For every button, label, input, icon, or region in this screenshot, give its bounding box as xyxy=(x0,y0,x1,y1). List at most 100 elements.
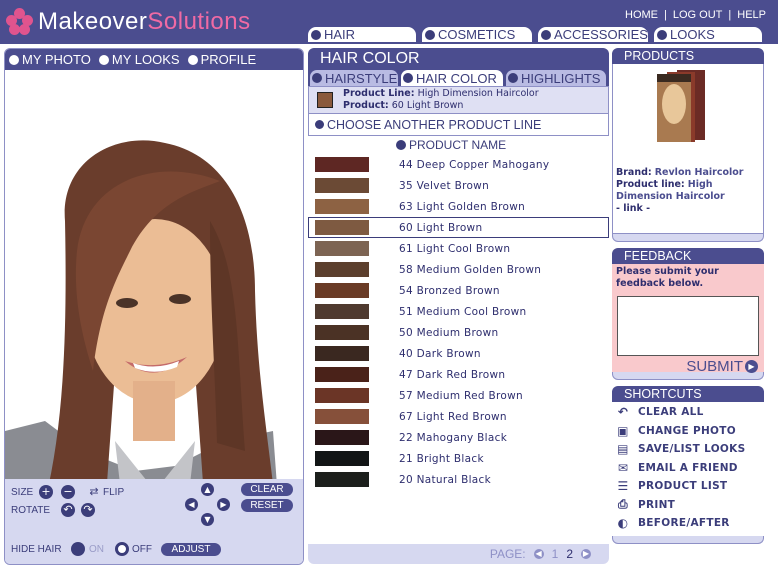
next-page-icon[interactable]: ▶ xyxy=(581,549,591,559)
tab-my-photo[interactable]: MY PHOTO xyxy=(9,52,91,67)
photo-panel: MY PHOTO MY LOOKS PROFILE SIZE + − ⇄ FLI… xyxy=(4,48,304,565)
product-list: 44 Deep Copper Mahogany 35 Velvet Brown 63… xyxy=(308,154,609,490)
neck-shape xyxy=(133,381,175,441)
shortcut-label: SAVE/LIST LOOKS xyxy=(638,443,746,456)
subtab-label: HIGHLIGHTS xyxy=(521,70,601,86)
brand-name-part1: Makeover xyxy=(38,8,148,35)
shortcut-label: CLEAR ALL xyxy=(638,406,704,419)
photo-panel-tabs: MY PHOTO MY LOOKS PROFILE xyxy=(5,49,303,70)
shortcut-item[interactable]: ▤ SAVE/LIST LOOKS xyxy=(612,440,764,459)
home-link[interactable]: HOME xyxy=(625,9,658,21)
product-row-item[interactable]: 47 Dark Red Brown xyxy=(308,364,609,385)
rotate-right-button[interactable]: ↷ xyxy=(81,503,95,517)
tab-looks[interactable]: LOOKS xyxy=(654,27,762,42)
camera-icon: ▣ xyxy=(617,423,629,438)
product-row-item[interactable]: 54 Bronzed Brown xyxy=(308,280,609,301)
prev-page-icon[interactable]: ◀ xyxy=(533,549,544,559)
subtab-hair-color[interactable]: HAIR COLOR xyxy=(401,70,503,86)
top-bar: MakeoverSolutions HOME | LOG OUT | HELP … xyxy=(0,0,778,44)
rotate-left-button[interactable]: ↶ xyxy=(61,503,75,517)
bullet-icon xyxy=(312,73,322,83)
shortcut-item[interactable]: ↶ CLEAR ALL xyxy=(612,403,764,422)
bullet-icon xyxy=(508,73,518,83)
product-box-image[interactable] xyxy=(643,68,733,144)
page-two-link[interactable]: 2 xyxy=(566,547,573,561)
color-swatch xyxy=(315,325,369,340)
shortcut-item[interactable]: ⎙ PRINT xyxy=(612,496,764,515)
bullet-icon xyxy=(9,54,19,65)
reset-button[interactable]: RESET xyxy=(241,499,293,512)
move-left-button[interactable]: ◀ xyxy=(185,498,198,511)
product-row: Product: 60 Light Brown xyxy=(343,100,539,112)
shortcut-item[interactable]: ▣ CHANGE PHOTO xyxy=(612,422,764,441)
color-swatch xyxy=(315,220,369,235)
brand-logo[interactable]: MakeoverSolutions xyxy=(6,6,251,38)
tab-hair[interactable]: HAIR xyxy=(308,27,416,42)
submit-arrow-icon: ▶ xyxy=(745,360,758,373)
floppy-disk-icon: ▤ xyxy=(617,442,629,457)
shortcut-item[interactable]: ◐ BEFORE/AFTER xyxy=(612,514,764,533)
product-row-item[interactable]: 60 Light Brown xyxy=(308,217,609,238)
subtab-hairstyle[interactable]: HAIRSTYLE xyxy=(310,70,398,86)
product-row-item[interactable]: 67 Light Red Brown xyxy=(308,406,609,427)
products-footer-bar xyxy=(612,234,764,242)
move-pad: ▲ ◀ ▶ ▼ xyxy=(185,483,231,527)
submit-button[interactable]: SUBMIT ▶ xyxy=(686,358,758,375)
product-row-item[interactable]: 63 Light Golden Brown xyxy=(308,196,609,217)
product-row-item[interactable]: 51 Medium Cool Brown xyxy=(308,301,609,322)
shortcuts-header: SHORTCUTS xyxy=(612,386,764,402)
tab-profile[interactable]: PROFILE xyxy=(187,52,256,67)
subtab-highlights[interactable]: HIGHLIGHTS xyxy=(506,70,606,86)
zoom-in-button[interactable]: + xyxy=(39,485,53,499)
tab-accessories[interactable]: ACCESSORIES xyxy=(538,27,648,42)
tab-cosmetics[interactable]: COSMETICS xyxy=(422,27,532,42)
hide-hair-on-radio[interactable] xyxy=(71,542,85,556)
move-up-button[interactable]: ▲ xyxy=(201,483,214,496)
off-label: OFF xyxy=(132,544,152,555)
shortcut-item[interactable]: ✉ EMAIL A FRIEND xyxy=(612,459,764,478)
product-value: 60 Light Brown xyxy=(391,100,464,111)
move-down-button[interactable]: ▼ xyxy=(201,513,214,526)
move-right-button[interactable]: ▶ xyxy=(217,498,230,511)
flower-logo-icon xyxy=(6,8,34,36)
product-line-label: Product Line: xyxy=(343,88,415,99)
product-row-item[interactable]: 21 Bright Black xyxy=(308,448,609,469)
bullet-icon xyxy=(311,29,321,40)
makeover-photo[interactable] xyxy=(5,71,303,527)
choose-product-line-link[interactable]: CHOOSE ANOTHER PRODUCT LINE xyxy=(308,114,609,136)
hide-hair-off-radio[interactable] xyxy=(115,542,129,556)
selected-product-box: Product Line: High Dimension Haircolor P… xyxy=(308,86,609,114)
logout-link[interactable]: LOG OUT xyxy=(673,9,723,21)
product-name: 61 Light Cool Brown xyxy=(399,242,511,255)
bullet-icon xyxy=(396,140,406,150)
flip-icon[interactable]: ⇄ xyxy=(87,485,101,499)
color-swatch xyxy=(315,388,369,403)
product-row-item[interactable]: 40 Dark Brown xyxy=(308,343,609,364)
product-row-item[interactable]: 50 Medium Brown xyxy=(308,322,609,343)
product-row-item[interactable]: 22 Mahogany Black xyxy=(308,427,609,448)
clear-button[interactable]: CLEAR xyxy=(241,483,293,496)
color-swatch xyxy=(315,199,369,214)
product-row-item[interactable]: 44 Deep Copper Mahogany xyxy=(308,154,609,175)
on-label: ON xyxy=(89,544,104,555)
photo-controls: SIZE + − ⇄ FLIP ROTATE ↶ ↷ ▲ ◀ ▶ ▼ CLEAR… xyxy=(5,479,303,564)
color-swatch xyxy=(315,409,369,424)
product-row-item[interactable]: 61 Light Cool Brown xyxy=(308,238,609,259)
product-name: 50 Medium Brown xyxy=(399,326,499,339)
zoom-out-button[interactable]: − xyxy=(61,485,75,499)
brand-name-part2: Solutions xyxy=(147,8,251,35)
tab-my-looks[interactable]: MY LOOKS xyxy=(98,52,180,67)
product-row-item[interactable]: 20 Natural Black xyxy=(308,469,609,490)
product-line-row: Product Line: High Dimension Haircolor xyxy=(343,88,539,100)
product-row-item[interactable]: 57 Medium Red Brown xyxy=(308,385,609,406)
help-link[interactable]: HELP xyxy=(737,9,766,21)
adjust-button[interactable]: ADJUST xyxy=(161,543,221,556)
product-name: 35 Velvet Brown xyxy=(399,179,490,192)
feedback-textarea[interactable] xyxy=(617,296,759,356)
product-row-item[interactable]: 35 Velvet Brown xyxy=(308,175,609,196)
color-swatch xyxy=(315,178,369,193)
product-link[interactable]: - link - xyxy=(616,203,760,215)
shortcut-item[interactable]: ☰ PRODUCT LIST xyxy=(612,477,764,496)
product-row-item[interactable]: 58 Medium Golden Brown xyxy=(308,259,609,280)
submit-label: SUBMIT xyxy=(686,358,743,375)
